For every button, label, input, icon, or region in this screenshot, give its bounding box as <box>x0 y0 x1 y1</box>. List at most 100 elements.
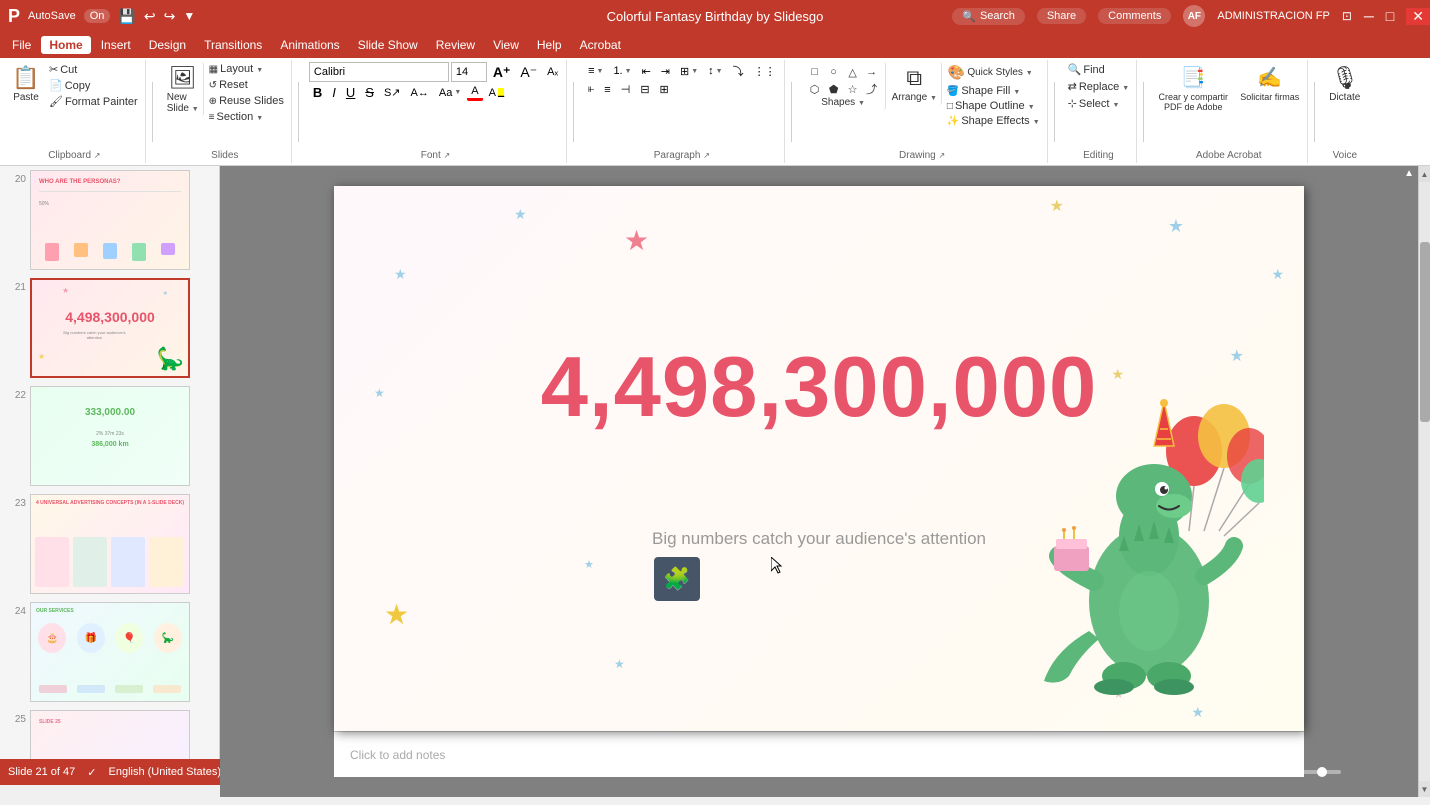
decrease-indent-button[interactable]: ⇤ <box>638 64 655 79</box>
menu-acrobat[interactable]: Acrobat <box>572 36 629 54</box>
menu-slideshow[interactable]: Slide Show <box>350 36 426 54</box>
minimize-button[interactable]: ─ <box>1364 8 1374 24</box>
slide-item-24[interactable]: 24 OUR SERVICES 🎂 🎁 🎈 🦕 <box>0 598 219 706</box>
numbering-button[interactable]: 1. ▼ <box>609 64 635 78</box>
layout-button[interactable]: ▦ Layout ▼ <box>206 62 287 76</box>
slide-item-23[interactable]: 23 4 UNIVERSAL ADVERTISING CONCEPTS (IN … <box>0 490 219 598</box>
italic-button[interactable]: I <box>328 84 340 101</box>
increase-indent-button[interactable]: ⇥ <box>657 64 674 79</box>
align-center-button[interactable]: ≡ <box>600 83 614 97</box>
notes-placeholder[interactable]: Click to add notes <box>350 748 445 762</box>
puzzle-icon[interactable]: 🧩 <box>654 557 700 601</box>
search-box[interactable]: 🔍 Search <box>952 8 1025 25</box>
reset-label: Reset <box>219 79 248 91</box>
font-size-input[interactable]: 14 <box>451 62 487 82</box>
reuse-slides-button[interactable]: ⊕ Reuse Slides <box>206 94 287 108</box>
menu-home[interactable]: Home <box>41 36 90 54</box>
canvas-area[interactable]: ▲ ★ ★ ★ ★ ★ ★ ★ ★ ★ ★ ★ ★ <box>220 166 1418 797</box>
clear-format-button[interactable]: Aₓ <box>543 65 562 79</box>
autosave-toggle[interactable]: On <box>84 9 111 23</box>
format-painter-button[interactable]: 🖌 Format Painter <box>46 94 141 109</box>
bullets-button[interactable]: ≡ ▼ <box>584 64 607 78</box>
change-case-button[interactable]: Aa ▼ <box>435 86 465 100</box>
replace-button[interactable]: ⇄ Replace ▼ <box>1065 79 1133 94</box>
subtitle-text[interactable]: Big numbers catch your audience's attent… <box>652 529 986 549</box>
text-columns-button[interactable]: ⊞ <box>656 82 673 97</box>
slide-item-22[interactable]: 22 333,000.00 2% 37m 23s 386,000 km <box>0 382 219 490</box>
menu-transitions[interactable]: Transitions <box>196 36 270 54</box>
search-icon: 🔍 <box>962 10 976 23</box>
shape-outline-icon: □ <box>947 101 953 112</box>
language-selector[interactable]: English (United States) <box>109 766 222 778</box>
scroll-up-button[interactable]: ▲ <box>1404 168 1414 179</box>
create-pdf-button[interactable]: 📑 Crear y compartir PDF de Adobe <box>1154 62 1232 114</box>
reset-button[interactable]: ↺ Reset <box>206 78 287 92</box>
columns-button[interactable]: ⊞ ▼ <box>676 64 702 79</box>
redo-icon[interactable]: ↪ <box>164 8 176 25</box>
save-icon[interactable]: 💾 <box>118 8 135 25</box>
menu-view[interactable]: View <box>485 36 527 54</box>
quick-styles-button[interactable]: 🎨 Quick Styles ▼ <box>944 62 1043 83</box>
shape-outline-button[interactable]: □ Shape Outline ▼ <box>944 99 1043 113</box>
font-family-input[interactable]: Calibri <box>309 62 449 82</box>
close-button[interactable]: ✕ <box>1406 8 1430 25</box>
scroll-up-button[interactable]: ▲ <box>1419 166 1430 182</box>
menu-review[interactable]: Review <box>428 36 483 54</box>
increase-font-button[interactable]: A⁺ <box>489 63 515 82</box>
line-spacing-button[interactable]: ↕ ▼ <box>704 64 726 78</box>
ribbon-display-icon[interactable]: ⊡ <box>1342 9 1352 23</box>
decrease-font-button[interactable]: A⁻ <box>516 63 541 82</box>
menu-animations[interactable]: Animations <box>272 36 347 54</box>
scroll-track[interactable] <box>1419 182 1430 781</box>
right-scrollbar[interactable]: ▲ ▼ <box>1418 166 1430 797</box>
new-slide-button[interactable]: 🖼 NewSlide ▼ <box>163 62 204 116</box>
align-right-button[interactable]: ⊣ <box>617 82 635 97</box>
dictate-button[interactable]: 🎙 Dictate <box>1325 62 1364 105</box>
paste-button[interactable]: 📋 Paste <box>8 62 44 105</box>
shape-effects-button[interactable]: ✨ Shape Effects ▼ <box>944 114 1043 128</box>
text-direction-button[interactable]: ⤵ <box>729 62 748 80</box>
character-spacing-button[interactable]: A↔ <box>407 86 433 100</box>
strikethrough-button[interactable]: S <box>361 84 378 101</box>
comments-button[interactable]: Comments <box>1098 8 1171 24</box>
copy-button[interactable]: 📄 Copy <box>46 78 141 93</box>
slide-item-25[interactable]: 25 SLIDE 25 <box>0 706 219 759</box>
shapes-button[interactable]: □○△→ ⬡⬟☆⤴ Shapes ▼ <box>802 62 886 110</box>
spell-check-icon[interactable]: ✓ <box>87 766 96 779</box>
highlight-button[interactable]: A▁ <box>485 86 509 100</box>
menu-design[interactable]: Design <box>141 36 194 54</box>
request-signatures-button[interactable]: ✍ Solicitar firmas <box>1236 62 1303 104</box>
zoom-slider[interactable] <box>1261 770 1341 774</box>
share-button[interactable]: Share <box>1037 8 1086 24</box>
justify-button[interactable]: ⊟ <box>636 82 653 97</box>
maximize-button[interactable]: □ <box>1386 8 1394 24</box>
menu-insert[interactable]: Insert <box>93 36 139 54</box>
bold-button[interactable]: B <box>309 84 326 101</box>
user-avatar[interactable]: AF <box>1183 5 1205 27</box>
text-shadow-button[interactable]: S↗ <box>380 85 405 100</box>
cut-button[interactable]: ✂ Cut <box>46 62 141 77</box>
align-left-button[interactable]: ⫦ <box>584 82 598 97</box>
text-color-button[interactable]: A <box>467 84 482 101</box>
scroll-down-button[interactable]: ▼ <box>1419 781 1430 797</box>
scroll-thumb[interactable] <box>1420 242 1430 422</box>
ribbon: 📋 Paste ✂ Cut 📄 Copy 🖌 Format Painter <box>0 58 1430 166</box>
select-button[interactable]: ⊹ Select ▼ <box>1065 96 1123 111</box>
shape-fill-button[interactable]: 🪣 Shape Fill ▼ <box>944 84 1043 98</box>
slide-item-21[interactable]: 21 4,498,300,000 Big numbers catch your … <box>0 274 219 382</box>
undo-icon[interactable]: ↩ <box>144 8 156 25</box>
slide-item-20[interactable]: 20 WHO ARE THE PERSONAS? 50% <box>0 166 219 274</box>
section-button[interactable]: ≡ Section ▼ <box>206 110 287 124</box>
arrange-button[interactable]: ⧉ Arrange ▼ <box>888 62 942 105</box>
menu-file[interactable]: File <box>4 36 39 54</box>
find-button[interactable]: 🔍 Find <box>1065 62 1108 77</box>
customize-icon[interactable]: ▼ <box>183 9 195 23</box>
smart-art-button[interactable]: ⋮⋮ <box>750 64 780 79</box>
slide-22-number: 333,000.00 <box>85 407 135 418</box>
request-signatures-label: Solicitar firmas <box>1240 92 1299 102</box>
select-icon: ⊹ <box>1068 97 1077 110</box>
paste-label: Paste <box>13 92 39 103</box>
menu-help[interactable]: Help <box>529 36 570 54</box>
underline-button[interactable]: U <box>342 84 359 101</box>
slide-canvas[interactable]: ★ ★ ★ ★ ★ ★ ★ ★ ★ ★ ★ ★ ★ ★ 4,498,300,00… <box>334 186 1304 731</box>
